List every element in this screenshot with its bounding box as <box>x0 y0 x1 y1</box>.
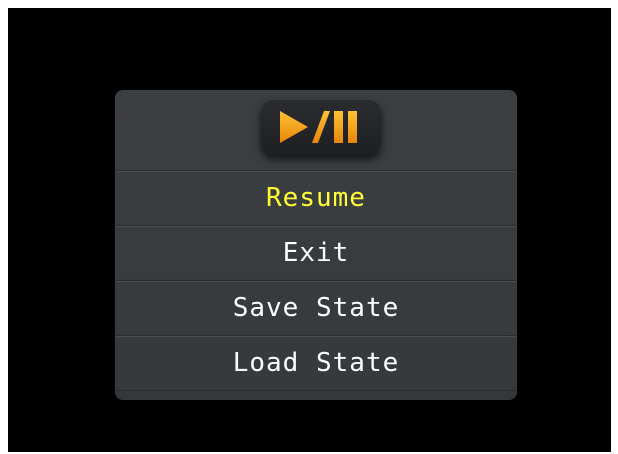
menu-header <box>115 90 517 171</box>
menu-item-resume[interactable]: Resume <box>115 171 517 226</box>
play-pause-icon <box>280 111 357 143</box>
play-pause-badge <box>261 99 381 155</box>
pause-menu: Resume Exit Save State Load State <box>115 90 517 400</box>
game-screen: Resume Exit Save State Load State <box>8 8 611 452</box>
menu-item-load-state[interactable]: Load State <box>115 336 517 391</box>
menu-item-exit[interactable]: Exit <box>115 226 517 281</box>
menu-list: Resume Exit Save State Load State <box>115 171 517 391</box>
menu-item-save-state[interactable]: Save State <box>115 281 517 336</box>
